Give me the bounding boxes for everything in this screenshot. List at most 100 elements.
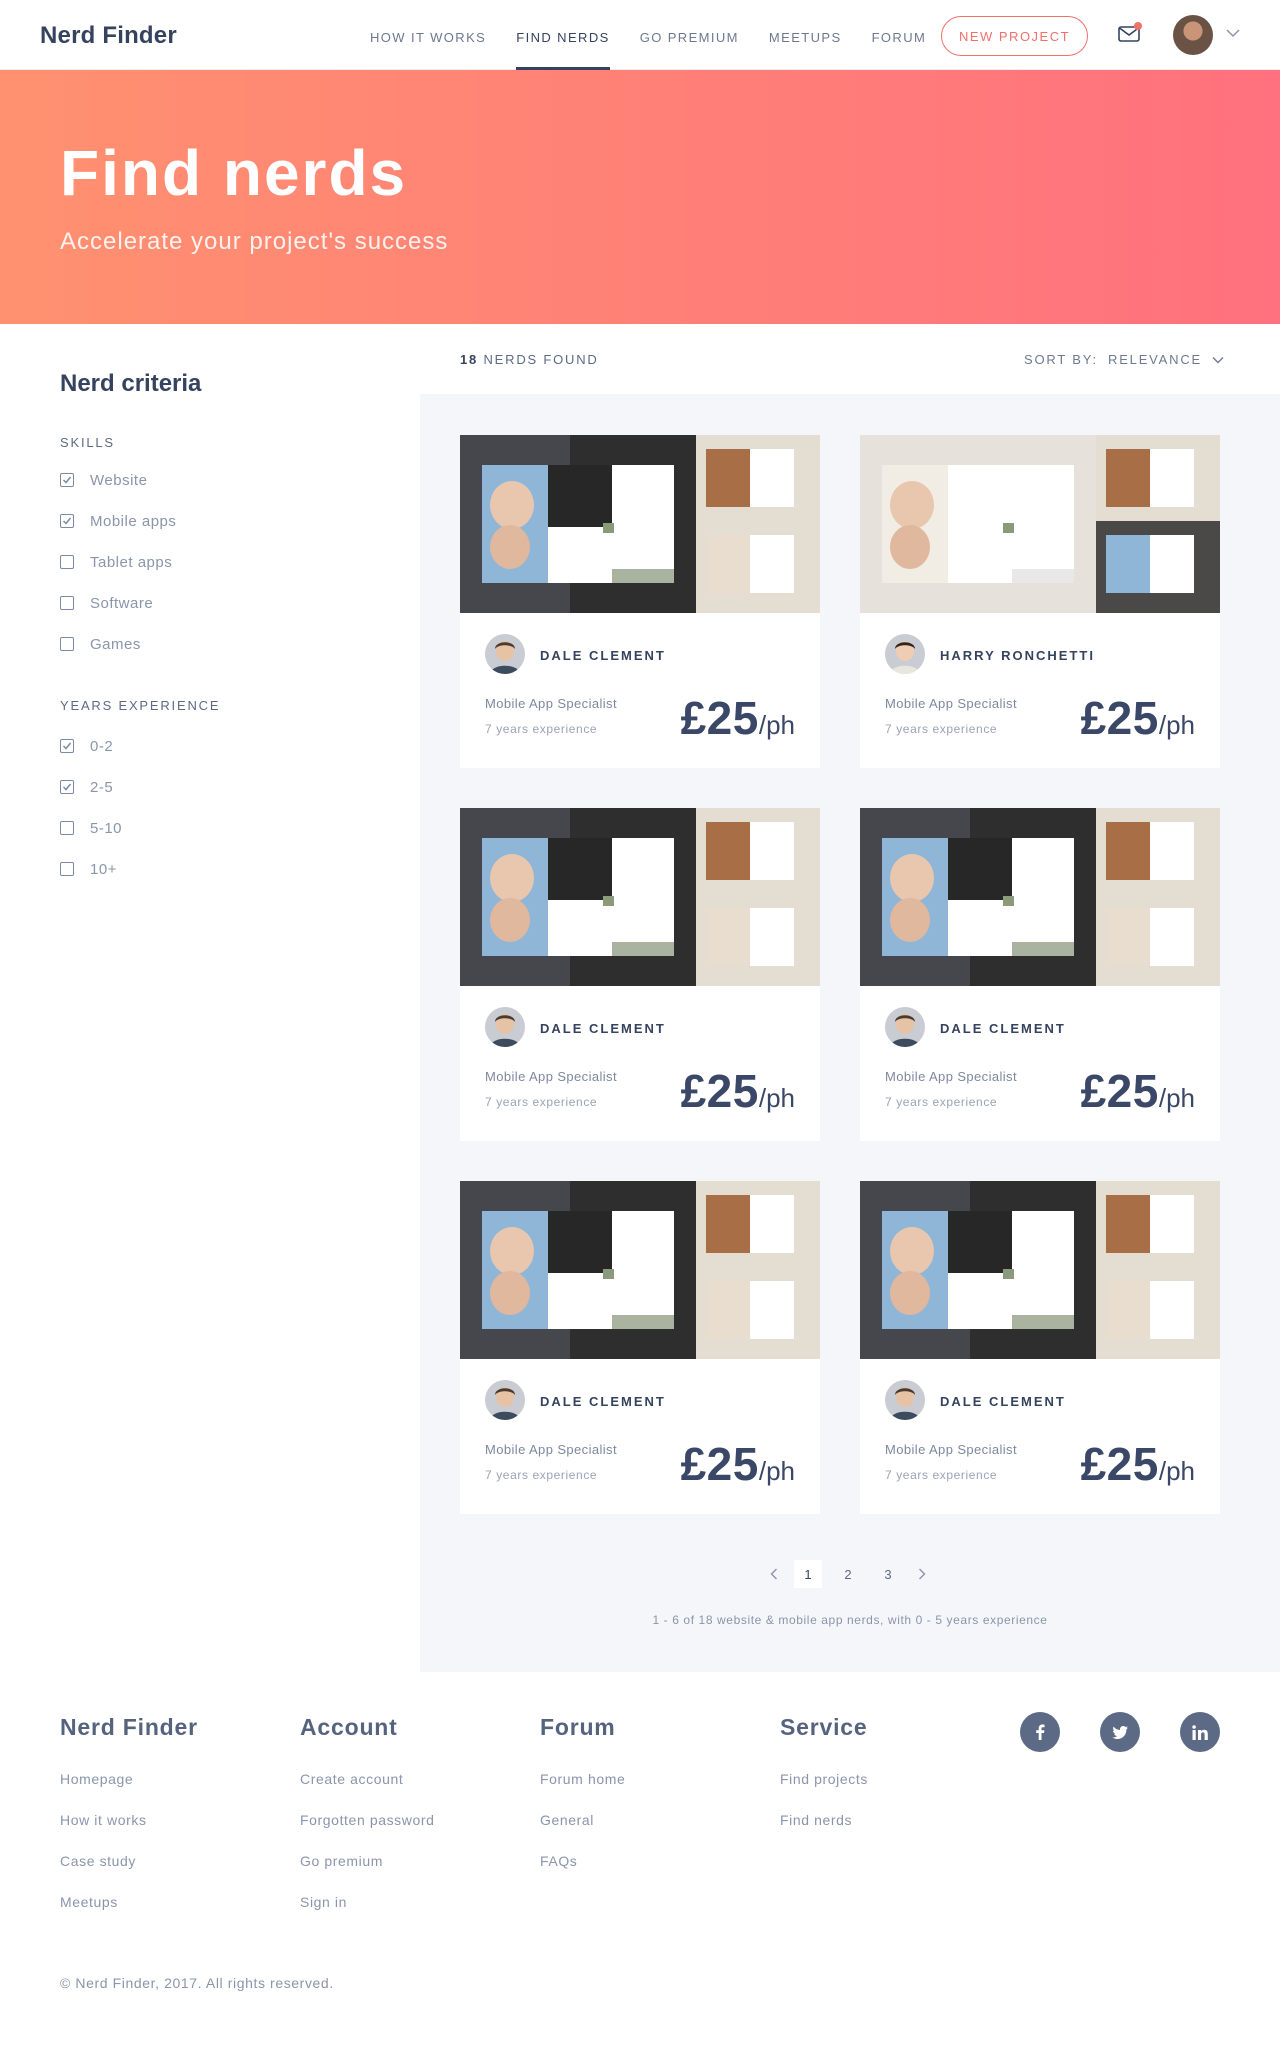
results-toolbar: 18 NERDS FOUND SORT BY: RELEVANCE bbox=[420, 324, 1280, 394]
footer-link-find-projects[interactable]: Find projects bbox=[780, 1765, 868, 1806]
prev-page-button[interactable] bbox=[760, 1560, 788, 1588]
twitter-button[interactable] bbox=[1100, 1712, 1140, 1752]
checkbox[interactable] bbox=[60, 514, 74, 528]
footer-link-find-nerds[interactable]: Find nerds bbox=[780, 1806, 868, 1847]
filter-sidebar: Nerd criteria SKILLS Website Mobile apps… bbox=[0, 324, 420, 1672]
footer-col-service: Service Find projects Find nerds bbox=[780, 1714, 868, 1847]
hourly-rate: £25/ph bbox=[681, 691, 795, 745]
nerd-card[interactable]: HARRY RONCHETTI Mobile App Specialist 7 ye… bbox=[860, 435, 1220, 768]
filter-exp-5-10[interactable]: 5-10 bbox=[60, 817, 122, 839]
filter-label: 2-5 bbox=[90, 778, 114, 796]
filter-software[interactable]: Software bbox=[60, 592, 153, 614]
footer-link-how-it-works[interactable]: How it works bbox=[60, 1806, 198, 1847]
facebook-button[interactable] bbox=[1020, 1712, 1060, 1752]
footer-col-nerd-finder: Nerd Finder Homepage How it works Case s… bbox=[60, 1714, 198, 1929]
nerd-card[interactable]: DALE CLEMENT Mobile App Specialist 7 years… bbox=[860, 1181, 1220, 1514]
footer-link-homepage[interactable]: Homepage bbox=[60, 1765, 198, 1806]
avatar[interactable] bbox=[1173, 15, 1213, 55]
checkbox[interactable] bbox=[60, 739, 74, 753]
footer-link-general[interactable]: General bbox=[540, 1806, 625, 1847]
avatar bbox=[485, 634, 525, 674]
rate-amount: £25 bbox=[680, 692, 759, 744]
checkbox[interactable] bbox=[60, 473, 74, 487]
checkbox[interactable] bbox=[60, 821, 74, 835]
avatar bbox=[485, 1007, 525, 1047]
checkbox[interactable] bbox=[60, 637, 74, 651]
hourly-rate: £25/ph bbox=[681, 1437, 795, 1491]
nav-forum[interactable]: FORUM bbox=[872, 0, 927, 70]
pagination: 1 2 3 bbox=[760, 1560, 936, 1588]
avatar-image bbox=[885, 634, 925, 674]
nerd-role: Mobile App Specialist bbox=[885, 696, 1017, 711]
skills-heading: SKILLS bbox=[60, 435, 115, 450]
portfolio-thumbnail bbox=[860, 1181, 1220, 1359]
rate-unit: /ph bbox=[1158, 1456, 1195, 1486]
nerd-experience: 7 years experience bbox=[485, 722, 598, 736]
filter-exp-2-5[interactable]: 2-5 bbox=[60, 776, 113, 798]
chevron-down-icon[interactable] bbox=[1226, 28, 1240, 38]
nerd-role: Mobile App Specialist bbox=[885, 1442, 1017, 1457]
footer-link-forum-home[interactable]: Forum home bbox=[540, 1765, 625, 1806]
rate-unit: /ph bbox=[758, 710, 795, 740]
nerd-card[interactable]: DALE CLEMENT Mobile App Specialist 7 years… bbox=[860, 808, 1220, 1141]
filter-mobile-apps[interactable]: Mobile apps bbox=[60, 510, 176, 532]
linkedin-icon bbox=[1192, 1724, 1208, 1740]
hourly-rate: £25/ph bbox=[681, 1064, 795, 1118]
navbar: Nerd Finder HOW IT WORKS FIND NERDS GO P… bbox=[0, 0, 1280, 70]
footer-link-create-account[interactable]: Create account bbox=[300, 1765, 435, 1806]
footer-link-sign-in[interactable]: Sign in bbox=[300, 1888, 435, 1929]
checkbox[interactable] bbox=[60, 862, 74, 876]
filter-tablet-apps[interactable]: Tablet apps bbox=[60, 551, 172, 573]
footer-link-faqs[interactable]: FAQs bbox=[540, 1847, 625, 1888]
nav-go-premium[interactable]: GO PREMIUM bbox=[640, 0, 739, 70]
results-count-label: NERDS FOUND bbox=[483, 352, 599, 367]
next-page-button[interactable] bbox=[908, 1560, 936, 1588]
hourly-rate: £25/ph bbox=[1081, 1437, 1195, 1491]
nerd-role: Mobile App Specialist bbox=[885, 1069, 1017, 1084]
linkedin-button[interactable] bbox=[1180, 1712, 1220, 1752]
filter-label: 10+ bbox=[90, 860, 117, 878]
filter-games[interactable]: Games bbox=[60, 633, 141, 655]
logo[interactable]: Nerd Finder bbox=[40, 22, 177, 50]
nav-find-nerds[interactable]: FIND NERDS bbox=[516, 0, 610, 70]
footer-link-forgotten-password[interactable]: Forgotten password bbox=[300, 1806, 435, 1847]
page-3-button[interactable]: 3 bbox=[874, 1560, 902, 1588]
results-summary: 1 - 6 of 18 website & mobile app nerds, … bbox=[652, 1613, 1048, 1627]
filter-exp-10-plus[interactable]: 10+ bbox=[60, 858, 117, 880]
nerd-card[interactable]: DALE CLEMENT Mobile App Specialist 7 years… bbox=[460, 435, 820, 768]
rate-unit: /ph bbox=[1158, 1083, 1195, 1113]
footer-link-meetups[interactable]: Meetups bbox=[60, 1888, 198, 1929]
nerd-name: HARRY RONCHETTI bbox=[940, 648, 1095, 663]
nav-meetups[interactable]: MEETUPS bbox=[769, 0, 842, 70]
portfolio-thumbnail bbox=[860, 435, 1220, 613]
experience-heading: YEARS EXPERIENCE bbox=[60, 698, 221, 713]
filter-label: 5-10 bbox=[90, 819, 123, 837]
results-area: 18 NERDS FOUND SORT BY: RELEVANCE DALE C… bbox=[420, 324, 1280, 1672]
page-1-button[interactable]: 1 bbox=[794, 1560, 822, 1588]
checkbox[interactable] bbox=[60, 780, 74, 794]
sort-dropdown[interactable]: RELEVANCE bbox=[1108, 352, 1224, 367]
nerd-card[interactable]: DALE CLEMENT Mobile App Specialist 7 years… bbox=[460, 808, 820, 1141]
nerd-experience: 7 years experience bbox=[485, 1468, 598, 1482]
nerd-card[interactable]: DALE CLEMENT Mobile App Specialist 7 years… bbox=[460, 1181, 820, 1514]
nerd-role: Mobile App Specialist bbox=[485, 1069, 617, 1084]
footer-link-go-premium[interactable]: Go premium bbox=[300, 1847, 435, 1888]
avatar bbox=[885, 1007, 925, 1047]
filter-label: Tablet apps bbox=[90, 553, 173, 571]
filter-label: Mobile apps bbox=[90, 512, 177, 530]
hourly-rate: £25/ph bbox=[1081, 1064, 1195, 1118]
notification-dot bbox=[1134, 22, 1142, 30]
nerd-name: DALE CLEMENT bbox=[540, 1021, 666, 1036]
avatar-image bbox=[885, 1007, 925, 1047]
page-2-button[interactable]: 2 bbox=[834, 1560, 862, 1588]
new-project-button[interactable]: NEW PROJECT bbox=[941, 16, 1088, 56]
nav-how-it-works[interactable]: HOW IT WORKS bbox=[370, 0, 486, 70]
checkbox[interactable] bbox=[60, 596, 74, 610]
nerd-experience: 7 years experience bbox=[485, 1095, 598, 1109]
footer-link-case-study[interactable]: Case study bbox=[60, 1847, 198, 1888]
filter-exp-0-2[interactable]: 0-2 bbox=[60, 735, 113, 757]
rate-amount: £25 bbox=[1080, 692, 1159, 744]
checkbox[interactable] bbox=[60, 555, 74, 569]
filter-website[interactable]: Website bbox=[60, 469, 147, 491]
rate-amount: £25 bbox=[1080, 1065, 1159, 1117]
